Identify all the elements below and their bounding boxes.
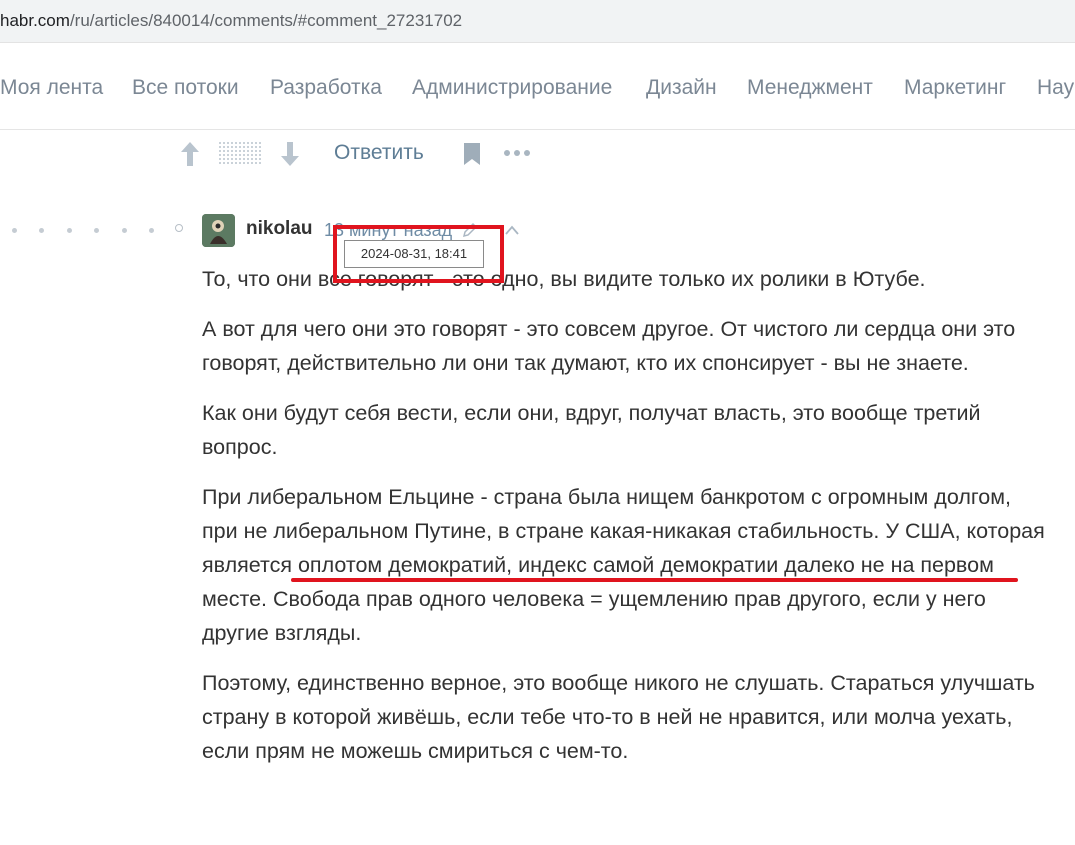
nav-item-science[interactable]: Нау: [1037, 76, 1074, 100]
comment-paragraph: При либеральном Ельцине - страна была ни…: [202, 485, 1045, 645]
nav-item-my-feed[interactable]: Моя лента: [0, 76, 103, 100]
browser-address-bar[interactable]: habr.com/ru/articles/840014/comments/#co…: [0, 0, 1075, 43]
url-host: habr.com: [0, 11, 70, 30]
thread-current-indicator: [175, 224, 183, 232]
annotation-red-box: [333, 225, 504, 283]
nav-item-development[interactable]: Разработка: [270, 76, 382, 100]
reply-button[interactable]: Ответить: [334, 141, 424, 165]
comment-paragraph: Как они будут себя вести, если они, вдру…: [202, 401, 981, 459]
hub-navigation: Моя лента Все потоки Разработка Админист…: [0, 50, 1075, 130]
nav-item-administration[interactable]: Администрирование: [412, 76, 612, 100]
url-text[interactable]: habr.com/ru/articles/840014/comments/#co…: [0, 11, 462, 31]
avatar-image-icon: [202, 214, 235, 247]
annotation-red-underline: [291, 578, 1018, 582]
chevron-up-icon[interactable]: [505, 224, 519, 236]
nav-item-all-streams[interactable]: Все потоки: [132, 76, 239, 100]
bookmark-icon[interactable]: [463, 142, 481, 166]
comment-paragraph: Поэтому, единственно верное, это вообще …: [202, 671, 1035, 763]
comment-author[interactable]: nikolau: [246, 218, 313, 240]
thread-level-dot: [67, 228, 72, 233]
nav-item-design[interactable]: Дизайн: [646, 76, 717, 100]
arrow-up-icon[interactable]: [180, 141, 200, 167]
nav-item-management[interactable]: Менеджмент: [747, 76, 873, 100]
thread-level-dot: [122, 228, 127, 233]
thread-level-dot: [94, 228, 99, 233]
page: habr.com/ru/articles/840014/comments/#co…: [0, 0, 1075, 845]
thread-level-dot: [149, 228, 154, 233]
thread-level-dot: [39, 228, 44, 233]
thread-level-dot: [12, 228, 17, 233]
score-placeholder: [218, 141, 262, 165]
arrow-down-icon[interactable]: [280, 141, 300, 167]
nav-item-marketing[interactable]: Маркетинг: [904, 76, 1006, 100]
comment-paragraph: А вот для чего они это говорят - это сов…: [202, 317, 1016, 375]
avatar[interactable]: [202, 214, 235, 247]
comment-body: То, что они все говорят - это одно, вы в…: [202, 262, 1052, 784]
comment-actions: Ответить: [0, 130, 1075, 176]
url-path: /ru/articles/840014/comments/#comment_27…: [69, 11, 463, 30]
more-icon[interactable]: [503, 149, 531, 157]
comment-paragraph: То, что они все говорят - это одно, вы в…: [202, 267, 926, 291]
